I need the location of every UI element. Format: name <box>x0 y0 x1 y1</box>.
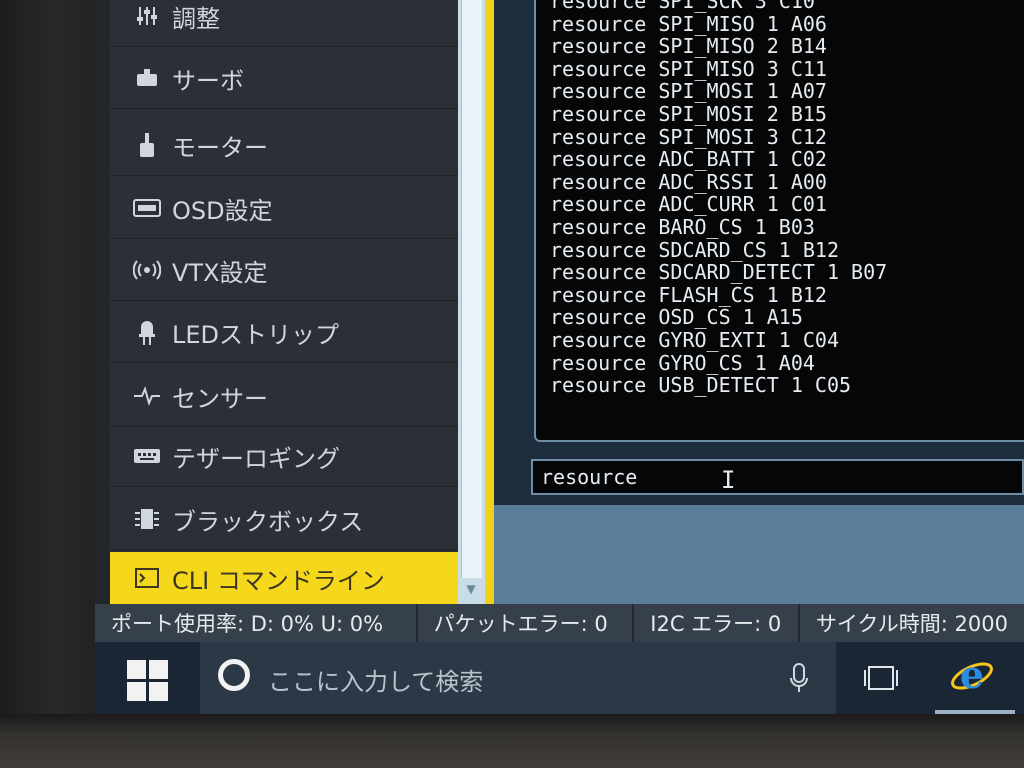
sidebar: 調整 サーボ モーター OSD設定 VTX設定 LEDストリップ センサー テザ… <box>95 0 458 604</box>
led-icon <box>132 320 162 345</box>
cli-output-line: resource SPI_SCK 3 C10 <box>550 0 815 13</box>
sidebar-item-label: OSD設定 <box>172 196 273 225</box>
sidebar-item-sensors[interactable]: センサー <box>110 366 458 427</box>
i2c-error-status: I2C エラー: 0 <box>634 604 800 642</box>
cli-output-line: resource SPI_MISO 2 B14 <box>550 34 827 59</box>
cli-output-lines: resource SPI_SCK 3 C10 resource SPI_MISO … <box>550 0 887 397</box>
sidebar-item-osd[interactable]: OSD設定 <box>110 178 458 239</box>
sidebar-item-blackbox[interactable]: ブラックボックス <box>110 489 458 550</box>
sidebar-item-tuning[interactable]: 調整 <box>110 0 458 47</box>
cli-output-line: resource SPI_MOSI 2 B15 <box>550 101 827 126</box>
motor-icon <box>132 133 162 157</box>
microphone-icon[interactable] <box>790 662 808 694</box>
text-cursor-icon: I <box>721 466 736 494</box>
cli-output-line: resource ADC_RSSI 1 A00 <box>550 169 827 194</box>
sidebar-item-label: サーボ <box>172 66 244 95</box>
svg-text:e: e <box>960 654 984 697</box>
servo-icon <box>132 66 162 90</box>
scrollbar-thumb[interactable] <box>461 0 482 578</box>
sidebar-item-led-strip[interactable]: LEDストリップ <box>110 302 458 363</box>
taskbar-search-box[interactable]: ここに入力して検索 <box>200 642 836 714</box>
tethered-icon <box>132 444 162 468</box>
cli-output-line: resource SPI_MISO 1 A06 <box>550 11 827 36</box>
task-view-icon[interactable] <box>863 664 899 692</box>
sidebar-item-label: モーター <box>172 133 268 162</box>
cli-output-line: resource FLASH_CS 1 B12 <box>550 282 827 307</box>
sliders-icon <box>132 4 162 28</box>
cli-output-line: resource SPI_MOSI 1 A07 <box>550 79 827 104</box>
sidebar-item-label: ブラックボックス <box>172 507 364 536</box>
sidebar-item-motors[interactable]: モーター <box>110 115 458 176</box>
status-bar: ポート使用率: D: 0% U: 0% パケットエラー: 0 I2C エラー: … <box>95 604 1024 642</box>
sidebar-item-label: LEDストリップ <box>172 320 340 349</box>
monitor-bezel-left <box>0 0 95 768</box>
monitor-bezel-bottom <box>0 714 1024 768</box>
internet-explorer-icon[interactable]: e <box>950 654 994 698</box>
sidebar-edge <box>95 0 110 604</box>
cli-command-input[interactable]: resource <box>531 459 1024 495</box>
cortana-icon[interactable] <box>218 659 250 691</box>
cli-output-line: resource GYRO_CS 1 A04 <box>550 350 815 375</box>
sidebar-item-tethered-logging[interactable]: テザーロギング <box>110 426 458 487</box>
windows-start-icon[interactable] <box>125 658 170 703</box>
sidebar-item-cli[interactable]: CLI コマンドライン <box>110 552 458 604</box>
antenna-icon <box>132 258 162 282</box>
sidebar-item-label: VTX設定 <box>172 258 268 287</box>
packet-error-status: パケットエラー: 0 <box>418 604 635 642</box>
cli-buttons-area <box>494 505 1024 604</box>
osd-icon <box>132 196 162 220</box>
screen: 調整 サーボ モーター OSD設定 VTX設定 LEDストリップ センサー テザ… <box>95 0 1024 714</box>
active-tab-indicator <box>485 0 494 604</box>
cli-output-line: resource USB_DETECT 1 C05 <box>550 373 852 398</box>
cli-icon <box>132 566 162 590</box>
sidebar-item-label: センサー <box>172 384 268 413</box>
port-usage-status: ポート使用率: D: 0% U: 0% <box>95 604 418 642</box>
cli-output-line: resource SPI_MISO 3 C11 <box>550 56 827 81</box>
sidebar-item-vtx[interactable]: VTX設定 <box>110 240 458 301</box>
cli-output-line: resource SPI_MOSI 3 C12 <box>550 124 827 149</box>
search-placeholder: ここに入力して検索 <box>268 668 484 696</box>
cli-output-line: resource BARO_CS 1 B03 <box>550 214 815 239</box>
sidebar-item-label: 調整 <box>172 4 220 33</box>
sidebar-item-label: CLI コマンドライン <box>172 566 385 595</box>
pulse-icon <box>132 384 162 408</box>
cli-output: resource SPI_SCK 3 C10 resource SPI_MISO … <box>534 0 1024 442</box>
cli-output-line: resource SDCARD_DETECT 1 B07 <box>550 260 888 285</box>
cli-output-line: resource GYRO_EXTI 1 C04 <box>550 327 839 352</box>
cli-output-line: resource OSD_CS 1 A15 <box>550 305 803 330</box>
cli-output-line: resource ADC_CURR 1 C01 <box>550 192 827 217</box>
sidebar-item-servo[interactable]: サーボ <box>110 48 458 109</box>
cycle-time-status: サイクル時間: 2000 <box>815 612 1008 636</box>
windows-taskbar: ここに入力して検索 e <box>95 642 1024 714</box>
sidebar-item-label: テザーロギング <box>172 444 340 473</box>
cli-output-line: resource ADC_BATT 1 C02 <box>550 147 827 172</box>
scroll-down-icon[interactable]: ▼ <box>461 580 481 598</box>
cli-output-line: resource SDCARD_CS 1 B12 <box>550 237 839 262</box>
blackbox-icon <box>132 507 162 531</box>
